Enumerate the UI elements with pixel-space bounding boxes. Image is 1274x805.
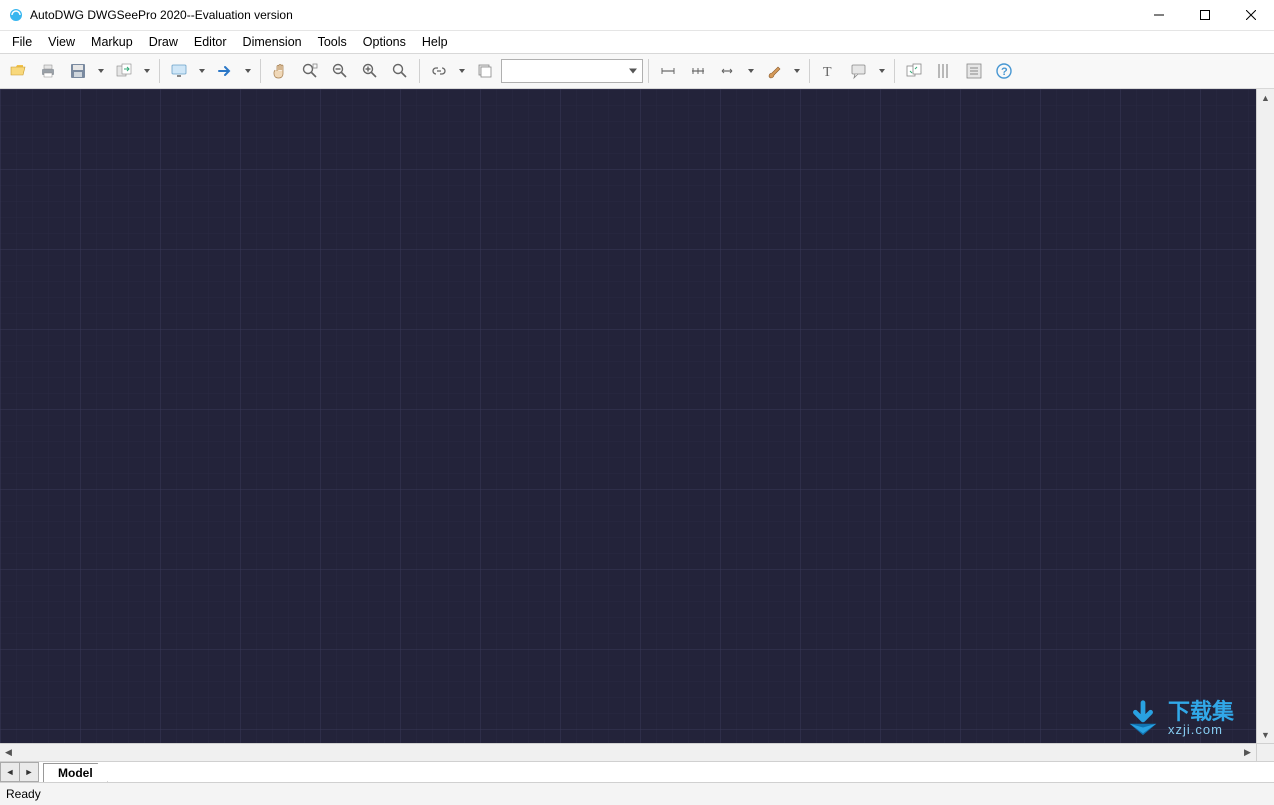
- magnifier-minus-icon: [331, 62, 349, 80]
- grid-overlay: [0, 89, 1256, 743]
- floppy-icon: [69, 62, 87, 80]
- menu-markup[interactable]: Markup: [83, 33, 141, 51]
- vertical-scrollbar[interactable]: ▲ ▼: [1256, 89, 1274, 743]
- export-button[interactable]: [110, 57, 154, 85]
- dim-icon: [719, 62, 737, 80]
- svg-text:T: T: [823, 65, 832, 80]
- close-button[interactable]: [1228, 0, 1274, 30]
- zoom-in-button[interactable]: [356, 57, 384, 85]
- scroll-right-icon[interactable]: ▶: [1239, 744, 1256, 761]
- maximize-button[interactable]: [1182, 0, 1228, 30]
- toolbar: T ?: [0, 53, 1274, 89]
- help-button[interactable]: ?: [990, 57, 1018, 85]
- arrow-right-icon: [216, 62, 234, 80]
- navigate-button[interactable]: [211, 57, 255, 85]
- toolbar-sep-1: [159, 59, 160, 83]
- zoom-window-button[interactable]: [296, 57, 324, 85]
- toolbar-sep-5: [809, 59, 810, 83]
- text-tool-button[interactable]: T: [815, 57, 843, 85]
- app-window: AutoDWG DWGSeePro 2020--Evaluation versi…: [0, 0, 1274, 805]
- menu-view[interactable]: View: [40, 33, 83, 51]
- status-text: Ready: [6, 787, 41, 801]
- layout-tab-bar: ◄ ► Model: [0, 761, 1274, 782]
- measure-area-button[interactable]: [684, 57, 712, 85]
- title-bar: AutoDWG DWGSeePro 2020--Evaluation versi…: [0, 0, 1274, 31]
- comment-tool-button[interactable]: [845, 57, 889, 85]
- tab-model[interactable]: Model: [43, 763, 108, 782]
- menu-tools[interactable]: Tools: [310, 33, 355, 51]
- tab-nav-next[interactable]: ►: [20, 762, 39, 782]
- display-mode-button[interactable]: [165, 57, 209, 85]
- text-icon: T: [820, 62, 838, 80]
- layers-button[interactable]: [471, 57, 499, 85]
- horizontal-scrollbar[interactable]: ◀ ▶: [0, 743, 1256, 761]
- brush-tool-button[interactable]: [760, 57, 804, 85]
- pan-button[interactable]: [266, 57, 294, 85]
- open-button[interactable]: [4, 57, 32, 85]
- svg-text:?: ?: [1001, 66, 1008, 78]
- grid-toggle-button[interactable]: [930, 57, 958, 85]
- hand-icon: [271, 62, 289, 80]
- help-icon: ?: [995, 62, 1013, 80]
- menu-file[interactable]: File: [4, 33, 40, 51]
- print-button[interactable]: [34, 57, 62, 85]
- scroll-up-icon[interactable]: ▲: [1257, 89, 1274, 106]
- dimension-tool-button[interactable]: [714, 57, 758, 85]
- toolbar-sep-4: [648, 59, 649, 83]
- window-title: AutoDWG DWGSeePro 2020--Evaluation versi…: [30, 8, 1136, 22]
- scroll-down-icon[interactable]: ▼: [1257, 726, 1274, 743]
- menu-bar: File View Markup Draw Editor Dimension T…: [0, 31, 1274, 53]
- toolbar-sep-2: [260, 59, 261, 83]
- layer-select[interactable]: [501, 59, 643, 83]
- menu-draw[interactable]: Draw: [141, 33, 186, 51]
- compare-button[interactable]: [900, 57, 928, 85]
- compare-icon: [905, 62, 923, 80]
- menu-editor[interactable]: Editor: [186, 33, 235, 51]
- save-button[interactable]: [64, 57, 108, 85]
- zoom-extents-button[interactable]: [386, 57, 414, 85]
- app-icon: [8, 7, 24, 23]
- scroll-corner: [1256, 743, 1274, 761]
- menu-options[interactable]: Options: [355, 33, 414, 51]
- area-icon: [689, 62, 707, 80]
- zoom-out-button[interactable]: [326, 57, 354, 85]
- folder-open-icon: [9, 62, 27, 80]
- magnifier-plus-icon: [361, 62, 379, 80]
- grid-icon: [935, 62, 953, 80]
- printer-icon: [39, 62, 57, 80]
- status-bar: Ready: [0, 782, 1274, 805]
- scroll-left-icon[interactable]: ◀: [0, 744, 17, 761]
- export-icon: [115, 62, 133, 80]
- minimize-button[interactable]: [1136, 0, 1182, 30]
- properties-icon: [965, 62, 983, 80]
- toolbar-sep-3: [419, 59, 420, 83]
- tab-nav-prev[interactable]: ◄: [0, 762, 20, 782]
- menu-help[interactable]: Help: [414, 33, 456, 51]
- properties-button[interactable]: [960, 57, 988, 85]
- menu-dimension[interactable]: Dimension: [235, 33, 310, 51]
- layers-icon: [476, 62, 494, 80]
- hscroll-row: ◀ ▶: [0, 743, 1274, 761]
- window-controls: [1136, 0, 1274, 30]
- link-icon: [430, 62, 448, 80]
- toolbar-sep-6: [894, 59, 895, 83]
- ruler-icon: [659, 62, 677, 80]
- comment-icon: [850, 62, 868, 80]
- magnifier-window-icon: [301, 62, 319, 80]
- drawing-canvas[interactable]: 下载集 xzji.com: [0, 89, 1256, 743]
- link-tool-button[interactable]: [425, 57, 469, 85]
- monitor-icon: [170, 62, 188, 80]
- measure-distance-button[interactable]: [654, 57, 682, 85]
- canvas-container: 下载集 xzji.com ▲ ▼: [0, 89, 1274, 743]
- brush-icon: [765, 62, 783, 80]
- magnifier-icon: [391, 62, 409, 80]
